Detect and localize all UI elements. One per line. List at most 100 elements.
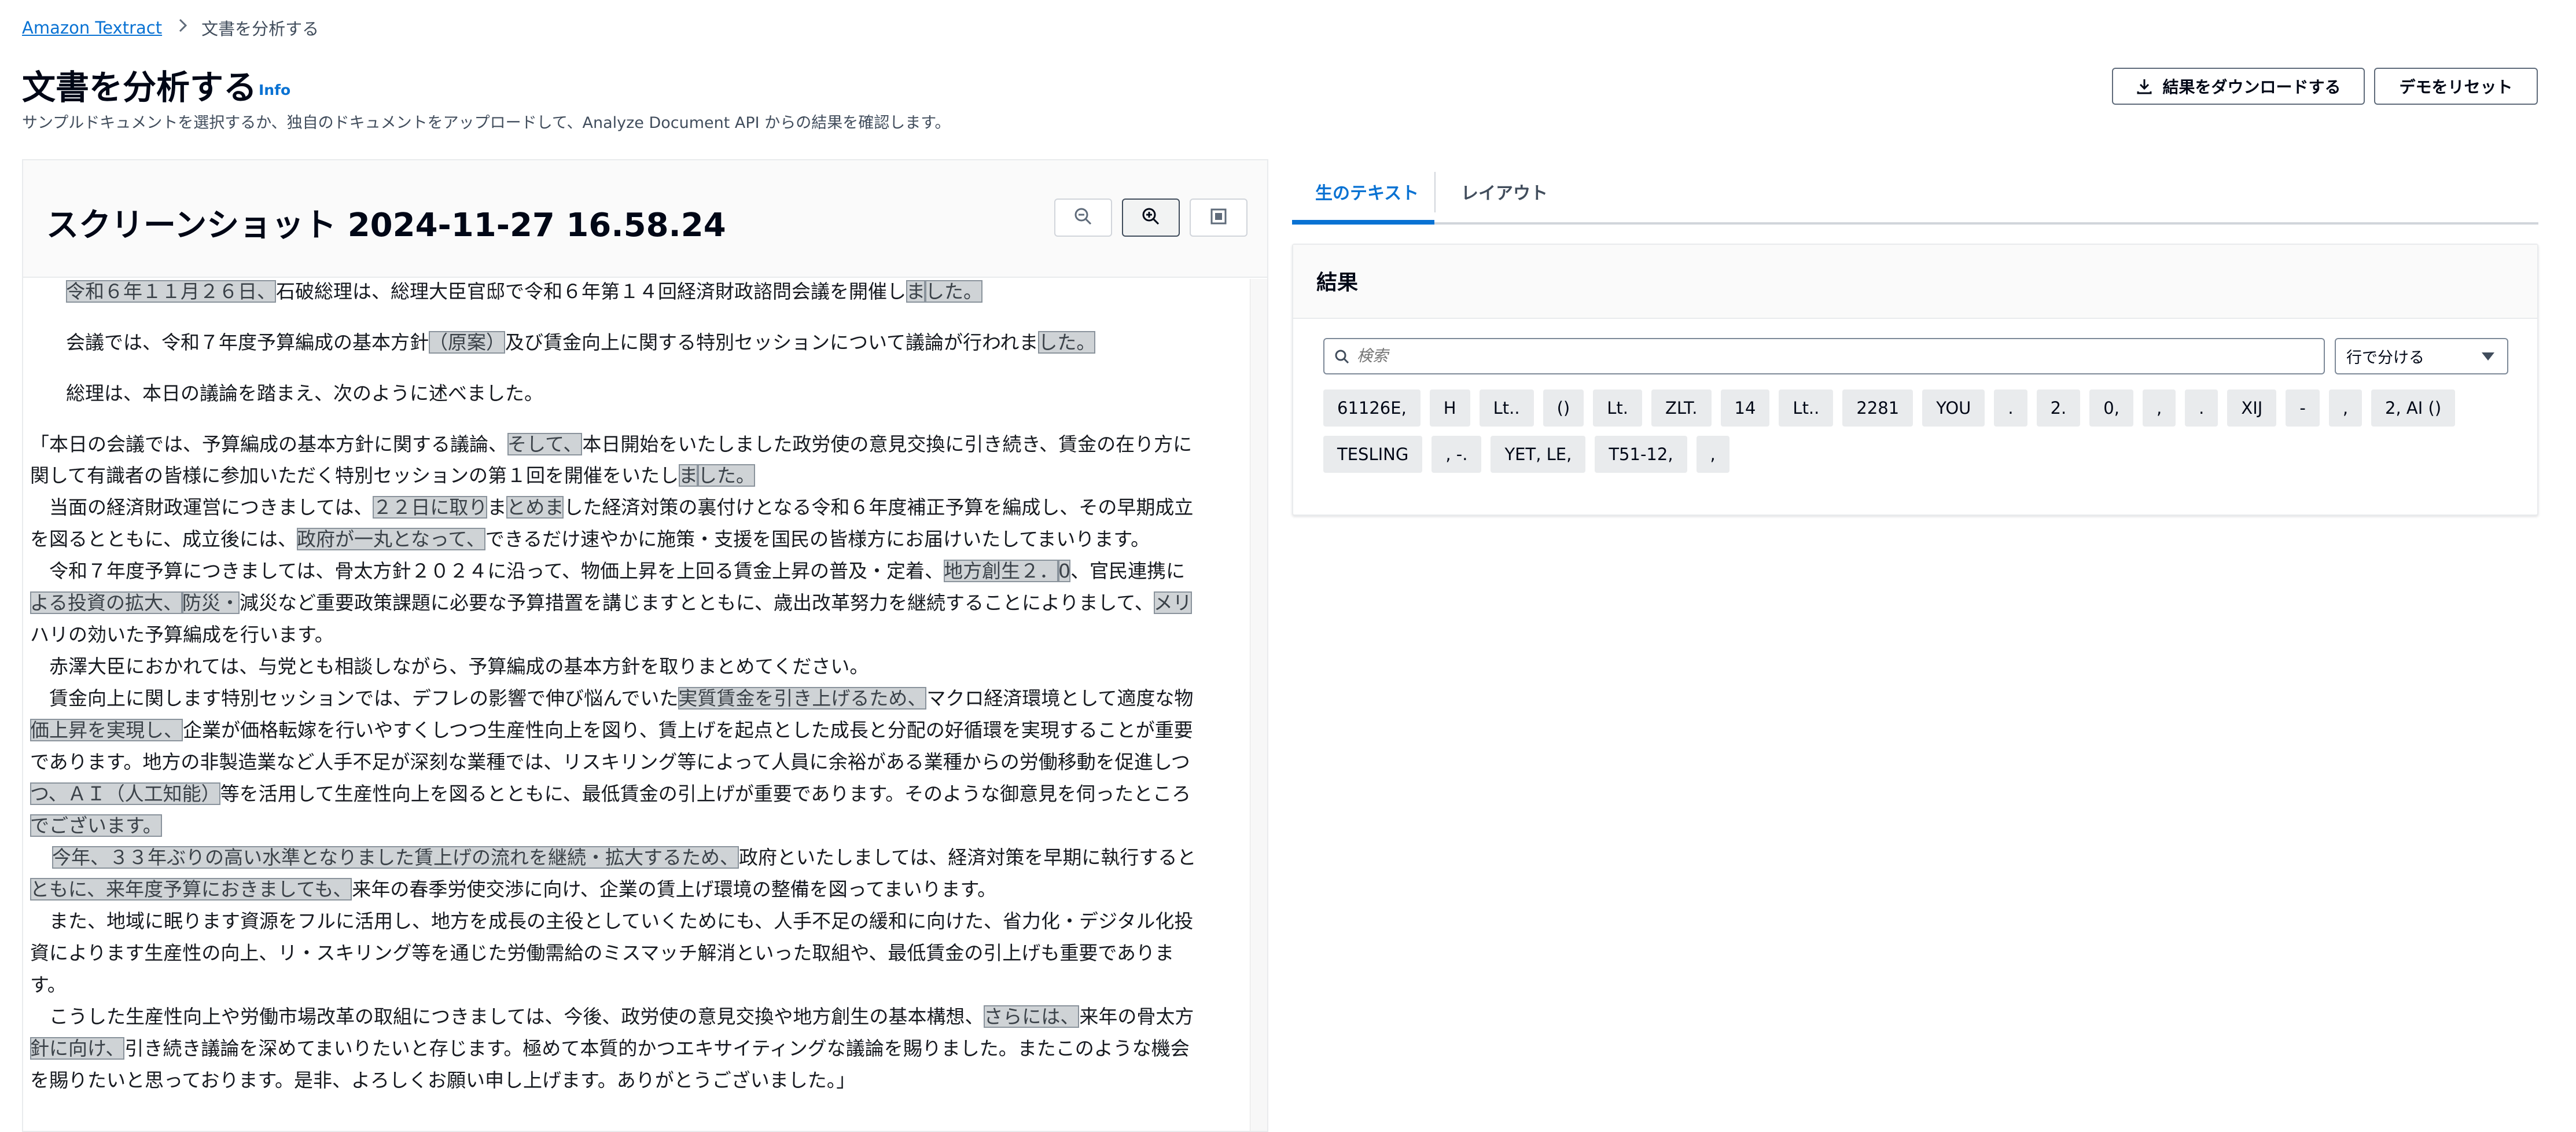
result-token[interactable]: . xyxy=(2185,389,2218,427)
detected-word-box[interactable]: した。 xyxy=(698,464,756,487)
detected-word-box[interactable]: つ、ＡＩ（人工知能） xyxy=(30,782,220,805)
document-text-line: でございます。 xyxy=(30,813,162,839)
tab-divider xyxy=(1434,172,1436,212)
detected-word-box[interactable]: 防災・ xyxy=(182,591,240,614)
result-token[interactable]: Lt. xyxy=(1593,389,1642,427)
result-token[interactable]: H xyxy=(1429,389,1470,427)
result-token[interactable]: , xyxy=(2328,389,2362,427)
result-token[interactable]: 2, AI () xyxy=(2371,389,2456,427)
document-text-line: 当面の経済財政運営につきましては、２２日に取りまとめました経済対策の裏付けとなる… xyxy=(30,495,1193,520)
detected-word-box[interactable]: メリ xyxy=(1153,591,1192,614)
results-header: 結果 xyxy=(1293,245,2537,319)
document-text-line: 今年、３３年ぶりの高い水準となりました賃上げの流れを継続・拡大するため、政府とい… xyxy=(52,845,1196,870)
document-text-line: よる投資の拡大、防災・減災など重要政策課題に必要な予算措置を講じますとともに、歳… xyxy=(30,590,1192,616)
result-token[interactable]: T51-12, xyxy=(1595,436,1687,473)
detected-word-box[interactable]: とめま xyxy=(506,496,564,519)
result-token[interactable]: ZLT. xyxy=(1651,389,1712,427)
result-token[interactable]: Lt.. xyxy=(1779,389,1834,427)
page-description: サンプルドキュメントを選択するか、独自のドキュメントをアップロードして、Anal… xyxy=(22,114,951,132)
document-text-line: 「本日の会議では、予算編成の基本方針に関する議論、そして、本日開始をいたしました… xyxy=(30,432,1192,457)
result-token[interactable]: - xyxy=(2286,389,2320,427)
zoom-out-icon xyxy=(1074,207,1092,228)
result-token[interactable]: , -. xyxy=(1431,436,1482,473)
download-results-button[interactable]: 結果をダウンロードする xyxy=(2112,68,2365,105)
detected-word-box[interactable]: そして、 xyxy=(507,433,583,455)
document-text-line: であります。地方の非製造業など人手不足が深刻な業種では、リスキリング等によって人… xyxy=(30,749,1190,775)
document-scrollbar[interactable] xyxy=(1250,279,1267,1131)
document-text: 令和７年度予算につきましては、骨太方針２０２４に沿って、物価上昇を上回る賃金上昇… xyxy=(30,560,944,582)
detected-word-box[interactable]: ま xyxy=(679,464,698,487)
document-text: 石破総理は、総理大臣官邸で令和６年第１４回経済財政諮問会議を開催し xyxy=(276,280,906,303)
caret-down-icon xyxy=(2482,352,2494,361)
tab-layout[interactable]: レイアウト xyxy=(1461,179,1548,204)
detected-word-box[interactable]: 針に向け、 xyxy=(30,1037,125,1060)
breadcrumb-link-textract[interactable]: Amazon Textract xyxy=(22,18,162,38)
zoom-in-button[interactable] xyxy=(1122,199,1180,237)
detected-word-box[interactable]: よる投資の拡大、 xyxy=(30,591,183,614)
document-text-line: ハリの効いた予算編成を行います。 xyxy=(30,622,334,648)
detected-word-box[interactable]: （原案） xyxy=(429,331,505,354)
detected-word-box[interactable]: さらには、 xyxy=(984,1005,1080,1028)
document-text-line: 会議では、令和７年度予算編成の基本方針（原案）及び賃金向上に関する特別セッション… xyxy=(66,330,1096,355)
result-token[interactable]: TESLING xyxy=(1323,436,1423,473)
result-token[interactable]: XIJ xyxy=(2227,389,2277,427)
document-text-line: また、地域に眠ります資源をフルに活用し、地方を成長の主役としていくためにも、人手… xyxy=(30,909,1193,934)
document-text: 関して有識者の皆様に参加いただく特別セッションの第１回を開催をいたし xyxy=(30,464,679,487)
document-text: 資によります生産性の向上、リ・スキリング等を通じた労働需給のミスマッチ解消といっ… xyxy=(30,942,1175,964)
document-text: した経済対策の裏付けとなる令和６年度補正予算を編成し、その早期成立 xyxy=(564,496,1194,519)
detected-word-box[interactable]: した。 xyxy=(925,280,982,303)
tab-raw-text[interactable]: 生のテキスト xyxy=(1315,179,1419,204)
document-text: 会議では、令和７年度予算編成の基本方針 xyxy=(66,331,429,354)
detected-word-box[interactable]: 令和６年１１月２６日、 xyxy=(66,280,276,303)
document-text: であります。地方の非製造業など人手不足が深刻な業種では、リスキリング等によって人… xyxy=(30,751,1190,773)
result-token[interactable]: Lt.. xyxy=(1479,389,1534,427)
document-text: できるだけ速やかに施策・支援を国民の皆様方にお届けいたしてまいります。 xyxy=(485,528,1150,550)
results-container: 結果 行で分ける 61126E,HLt..()Lt.ZLT.14Lt..2281… xyxy=(1292,244,2538,516)
document-text: 来年の骨太方 xyxy=(1079,1005,1194,1028)
result-token[interactable]: 14 xyxy=(1720,389,1770,427)
detected-word-box[interactable]: 今年、３３年ぶりの高い水準となりました賃上げの流れを継続・拡大するため、 xyxy=(52,846,739,869)
document-text: ま xyxy=(487,496,507,519)
result-token[interactable]: , xyxy=(1696,436,1729,473)
detected-word-box[interactable]: ２２日に取り xyxy=(373,496,488,519)
detected-word-box[interactable]: でございます。 xyxy=(30,814,162,837)
fit-to-screen-button[interactable] xyxy=(1190,199,1247,237)
document-text: 、 xyxy=(1070,560,1090,582)
detected-word-box[interactable]: 実質賃金を引き上げるため、 xyxy=(678,687,927,710)
document-text-line: 針に向け、引き続き議論を深めてまいりたいと存じます。極めて本質的かつエキサイティ… xyxy=(30,1036,1190,1061)
result-token[interactable]: . xyxy=(1994,389,2027,427)
result-token[interactable]: () xyxy=(1543,389,1584,427)
info-link[interactable]: Info xyxy=(259,82,290,98)
zoom-out-button[interactable] xyxy=(1054,199,1112,237)
document-text: 赤澤大臣におかれては、与党とも相談しながら、予算編成の基本方針を取りまとめてくだ… xyxy=(30,655,869,678)
document-text-line: こうした生産性向上や労働市場改革の取組につきましては、今後、政労使の意見交換や地… xyxy=(30,1004,1194,1030)
document-text: 来年の春季労使交渉に向け、企業の賃上げ環境の整備を図ってまいります。 xyxy=(352,878,997,901)
page-title: 文書を分析する xyxy=(22,68,257,107)
result-token[interactable]: 61126E, xyxy=(1323,389,1421,427)
document-image-area: 令和６年１１月２６日、石破総理は、総理大臣官邸で令和６年第１４回経済財政諮問会議… xyxy=(23,279,1251,1131)
document-text: 「本日の会議では、予算編成の基本方針に関する議論、 xyxy=(30,433,507,455)
search-input[interactable] xyxy=(1357,347,2283,365)
detected-word-box[interactable]: ま xyxy=(906,280,925,303)
document-text-line: 関して有識者の皆様に参加いただく特別セッションの第１回を開催をいたしました。 xyxy=(30,463,756,488)
detected-word-box[interactable]: 価上昇を実現し、 xyxy=(30,719,183,741)
detected-word-box[interactable]: した。 xyxy=(1038,331,1096,354)
search-field[interactable] xyxy=(1323,338,2325,374)
detected-word-box[interactable]: 政府が一丸となって、 xyxy=(297,528,485,550)
result-token[interactable]: 2. xyxy=(2036,389,2081,427)
result-token[interactable]: 2281 xyxy=(1842,389,1913,427)
result-token[interactable]: , xyxy=(2142,389,2176,427)
document-text: 等を活用して生産性向上を図るとともに、最低賃金の引上げが重要であります。そのよう… xyxy=(220,782,1191,805)
reset-demo-button[interactable]: デモをリセット xyxy=(2374,68,2538,105)
result-token[interactable]: YET, LE, xyxy=(1491,436,1586,473)
detected-word-box[interactable]: 地方創生２． xyxy=(944,560,1059,582)
document-panel: スクリーンショット 2024-11-27 16.58.24 令和６年１１月２６日… xyxy=(22,159,1268,1132)
result-token[interactable]: 0, xyxy=(2089,389,2133,427)
detected-word-box[interactable]: 0 xyxy=(1058,560,1071,582)
result-token-list: 61126E, H Lt..() Lt. ZLT. 14 Lt.. 2281 YOU. 2. 0,,… xyxy=(1323,389,2515,482)
detected-word-box[interactable]: ともに、来年度予算におきましても、 xyxy=(30,878,352,901)
document-text: 総理は、本日の議論を踏まえ、次のように述べました。 xyxy=(66,382,543,405)
split-mode-select[interactable]: 行で分ける xyxy=(2335,338,2508,374)
result-token[interactable]: YOU xyxy=(1922,389,1985,427)
document-text: 及び賃金向上に関する特別セッションについて議論が行われま xyxy=(505,331,1039,354)
